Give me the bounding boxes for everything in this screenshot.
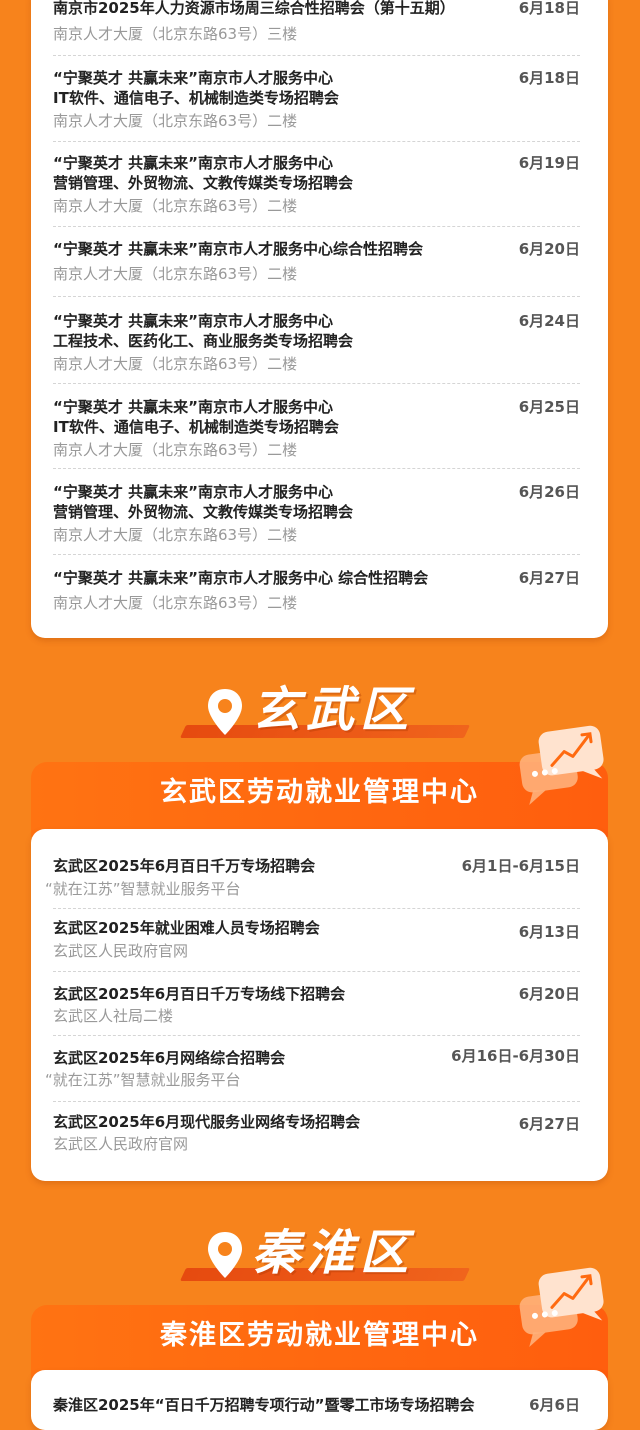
event-title: 玄武区2025年6月百日千万专场线下招聘会 bbox=[53, 985, 346, 1003]
list-item[interactable]: “宁聚英才 共赢未来”南京市人才服务中心 工程技术、医药化工、商业服务类专场招聘… bbox=[53, 311, 580, 377]
divider bbox=[53, 55, 580, 56]
event-title: 玄武区2025年6月现代服务业网络专场招聘会 bbox=[53, 1113, 361, 1131]
list-item[interactable]: “宁聚英才 共赢未来”南京市人才服务中心 综合性招聘会 6月27日 南京人才大厦… bbox=[53, 568, 580, 614]
event-title-line2: IT软件、通信电子、机械制造类专场招聘会 bbox=[53, 418, 339, 436]
list-item[interactable]: “宁聚英才 共赢未来”南京市人才服务中心 IT软件、通信电子、机械制造类专场招聘… bbox=[53, 397, 580, 463]
event-location: 南京人才大厦（北京东路63号）二楼 bbox=[53, 441, 298, 459]
event-date: 6月18日 bbox=[518, 69, 580, 87]
event-date: 6月20日 bbox=[518, 240, 580, 258]
list-item[interactable]: “宁聚英才 共赢未来”南京市人才服务中心 IT软件、通信电子、机械制造类专场招聘… bbox=[53, 68, 580, 134]
event-location: 南京人才大厦（北京东路63号）二楼 bbox=[53, 526, 298, 544]
chat-chart-bubble-icon bbox=[519, 725, 604, 805]
list-item[interactable]: 玄武区2025年就业困难人员专场招聘会 6月13日 玄武区人民政府官网 bbox=[53, 918, 580, 964]
event-title-line1: “宁聚英才 共赢未来”南京市人才服务中心 bbox=[53, 483, 333, 501]
event-title-line2: 营销管理、外贸物流、文教传媒类专场招聘会 bbox=[53, 503, 354, 521]
event-title: 玄武区2025年就业困难人员专场招聘会 bbox=[53, 919, 320, 937]
district-name: 玄武区 bbox=[252, 682, 415, 738]
event-date: 6月13日 bbox=[518, 923, 580, 941]
event-location: 南京人才大厦（北京东路63号）二楼 bbox=[53, 355, 298, 373]
list-item[interactable]: 玄武区2025年6月百日千万专场线下招聘会 6月20日 玄武区人社局二楼 bbox=[53, 984, 580, 1030]
job-fair-list-card-qinhuai: 秦淮区2025年“百日千万招聘专项行动”暨零工市场专场招聘会 6月6日 bbox=[31, 1370, 608, 1430]
divider bbox=[53, 971, 580, 972]
event-date: 6月25日 bbox=[518, 398, 580, 416]
event-title: 南京市2025年人力资源市场周三综合性招聘会（第十五期） bbox=[53, 0, 455, 17]
divider bbox=[53, 383, 580, 384]
event-date: 6月19日 bbox=[518, 154, 580, 172]
chat-chart-bubble-icon bbox=[519, 1267, 604, 1347]
divider bbox=[53, 468, 580, 469]
event-location: 南京人才大厦（北京东路63号）二楼 bbox=[53, 265, 298, 283]
event-date: 6月16日-6月30日 bbox=[451, 1047, 580, 1065]
list-item[interactable]: “宁聚英才 共赢未来”南京市人才服务中心 营销管理、外贸物流、文教传媒类专场招聘… bbox=[53, 482, 580, 548]
event-title: 秦淮区2025年“百日千万招聘专项行动”暨零工市场专场招聘会 bbox=[53, 1396, 475, 1414]
divider bbox=[53, 226, 580, 227]
event-title-line2: 工程技术、医药化工、商业服务类专场招聘会 bbox=[53, 332, 354, 350]
list-item[interactable]: 玄武区2025年6月现代服务业网络专场招聘会 6月27日 玄武区人民政府官网 bbox=[53, 1112, 580, 1158]
event-date: 6月24日 bbox=[518, 312, 580, 330]
event-location: 南京人才大厦（北京东路63号）二楼 bbox=[53, 112, 298, 130]
event-date: 6月20日 bbox=[518, 985, 580, 1003]
event-title: “宁聚英才 共赢未来”南京市人才服务中心综合性招聘会 bbox=[53, 240, 423, 258]
event-location: 南京人才大厦（北京东路63号）三楼 bbox=[53, 25, 298, 43]
list-item[interactable]: “宁聚英才 共赢未来”南京市人才服务中心 营销管理、外贸物流、文教传媒类专场招聘… bbox=[53, 153, 580, 219]
event-title-line2: 营销管理、外贸物流、文教传媒类专场招聘会 bbox=[53, 174, 354, 192]
event-location: 南京人才大厦（北京东路63号）二楼 bbox=[53, 594, 298, 612]
event-title: 玄武区2025年6月网络综合招聘会 bbox=[53, 1049, 286, 1067]
divider bbox=[53, 554, 580, 555]
event-location: 南京人才大厦（北京东路63号）二楼 bbox=[53, 197, 298, 215]
location-pin-icon bbox=[208, 689, 242, 735]
event-location: 玄武区人民政府官网 bbox=[53, 1135, 189, 1153]
event-date: 6月27日 bbox=[518, 569, 580, 587]
list-item[interactable]: 玄武区2025年6月百日千万专场招聘会 6月1日-6月15日 “就在江苏”智慧就… bbox=[45, 856, 580, 902]
event-location: 玄武区人民政府官网 bbox=[53, 942, 189, 960]
event-title: “宁聚英才 共赢未来”南京市人才服务中心 综合性招聘会 bbox=[53, 569, 429, 587]
event-title-line1: “宁聚英才 共赢未来”南京市人才服务中心 bbox=[53, 154, 333, 172]
divider bbox=[53, 141, 580, 142]
event-title-line1: “宁聚英才 共赢未来”南京市人才服务中心 bbox=[53, 398, 333, 416]
event-location: “就在江苏”智慧就业服务平台 bbox=[45, 880, 241, 898]
event-date: 6月27日 bbox=[518, 1115, 580, 1133]
event-date: 6月1日-6月15日 bbox=[461, 857, 580, 875]
list-item[interactable]: 秦淮区2025年“百日千万招聘专项行动”暨零工市场专场招聘会 6月6日 bbox=[53, 1395, 580, 1425]
event-date: 6月18日 bbox=[518, 0, 580, 17]
event-title-line1: “宁聚英才 共赢未来”南京市人才服务中心 bbox=[53, 69, 333, 87]
job-fair-list-card-nanjing: 南京市2025年人力资源市场周三综合性招聘会（第十五期） 6月18日 南京人才大… bbox=[31, 0, 608, 638]
district-name: 秦淮区 bbox=[252, 1225, 415, 1281]
list-item[interactable]: 玄武区2025年6月网络综合招聘会 6月16日-6月30日 “就在江苏”智慧就业… bbox=[45, 1047, 580, 1094]
location-pin-icon bbox=[208, 1232, 242, 1278]
divider bbox=[53, 1101, 580, 1102]
list-item[interactable]: “宁聚英才 共赢未来”南京市人才服务中心综合性招聘会 6月20日 南京人才大厦（… bbox=[53, 239, 580, 285]
divider bbox=[53, 1035, 580, 1036]
event-title: 玄武区2025年6月百日千万专场招聘会 bbox=[53, 857, 316, 875]
event-location: “就在江苏”智慧就业服务平台 bbox=[45, 1071, 241, 1089]
divider bbox=[53, 908, 580, 909]
event-date: 6月6日 bbox=[529, 1396, 580, 1414]
event-title-line1: “宁聚英才 共赢未来”南京市人才服务中心 bbox=[53, 312, 333, 330]
job-fair-list-card-xuanwu: 玄武区2025年6月百日千万专场招聘会 6月1日-6月15日 “就在江苏”智慧就… bbox=[31, 829, 608, 1181]
list-item[interactable]: 南京市2025年人力资源市场周三综合性招聘会（第十五期） 6月18日 南京人才大… bbox=[53, 0, 580, 44]
event-date: 6月26日 bbox=[518, 483, 580, 501]
divider bbox=[53, 296, 580, 297]
event-title-line2: IT软件、通信电子、机械制造类专场招聘会 bbox=[53, 89, 339, 107]
event-location: 玄武区人社局二楼 bbox=[53, 1007, 174, 1025]
